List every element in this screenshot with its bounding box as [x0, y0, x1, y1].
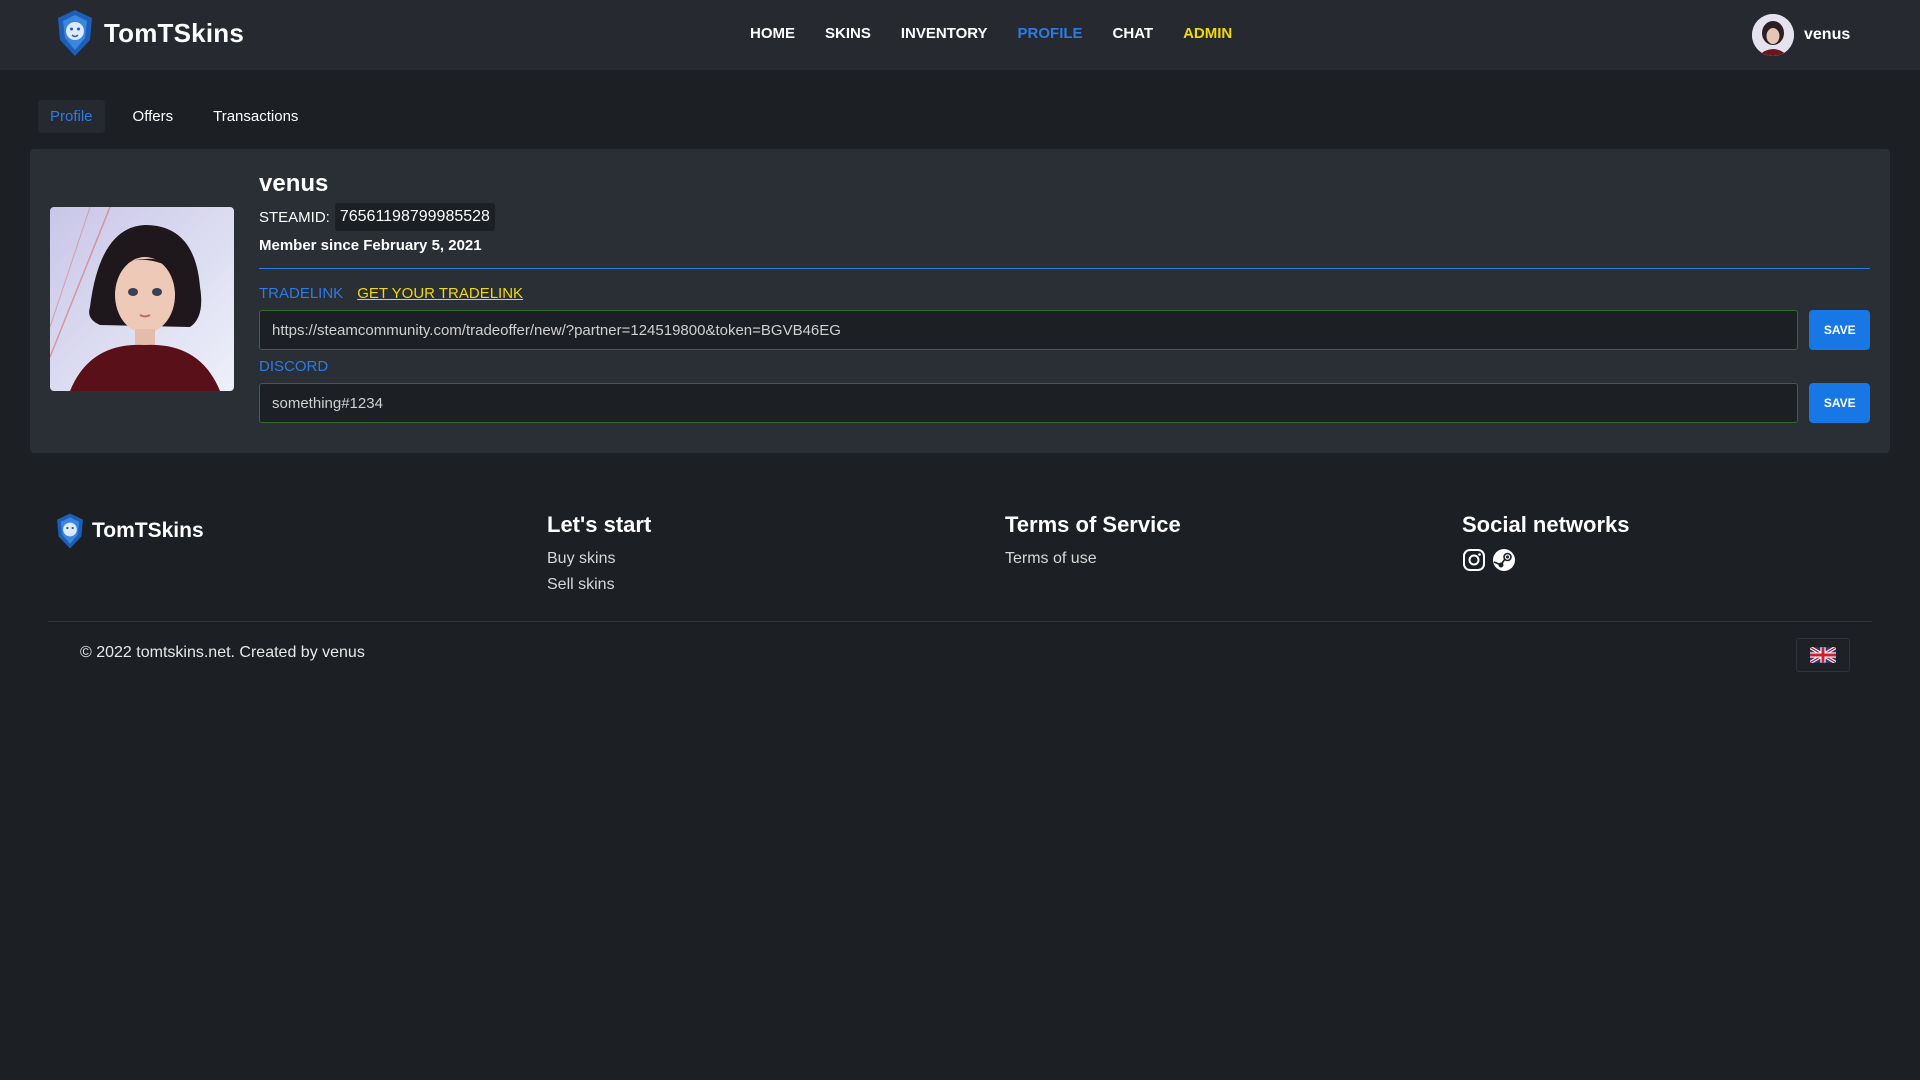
footer-col-lets-start: Let's start Buy skins Sell skins — [547, 512, 651, 594]
uk-flag-icon — [1810, 647, 1836, 663]
lion-logo-icon — [57, 513, 83, 549]
discord-label: DISCORD — [259, 358, 329, 375]
tradelink-label: TRADELINK — [259, 285, 344, 302]
profile-name: venus — [259, 170, 329, 197]
tab-profile[interactable]: Profile — [38, 100, 105, 133]
tradelink-row: SAVE — [259, 310, 1870, 350]
nav-inventory[interactable]: INVENTORY — [901, 25, 988, 42]
discord-input[interactable] — [259, 383, 1799, 423]
tab-transactions[interactable]: Transactions — [201, 100, 310, 133]
username: venus — [1804, 26, 1851, 43]
footer-col-title: Let's start — [547, 512, 652, 537]
profile-info: venus STEAMID: 76561198799985528 Member … — [259, 169, 1870, 423]
get-tradelink-link[interactable]: GET YOUR TRADELINK — [357, 285, 523, 302]
profile-tabs: Profile Offers Transactions — [38, 100, 326, 133]
nav-home[interactable]: HOME — [750, 25, 795, 42]
discord-label-row: DISCORD — [259, 358, 1870, 375]
footer-col-title: Social networks — [1462, 512, 1630, 537]
discord-row: SAVE — [259, 383, 1870, 423]
brand-logo-link[interactable]: TomTSkins — [54, 8, 244, 58]
footer-divider — [48, 621, 1872, 622]
avatar[interactable] — [1752, 14, 1794, 56]
footer-col-social: Social networks — [1462, 512, 1630, 572]
nav-skins[interactable]: SKINS — [825, 25, 871, 42]
save-discord-button[interactable]: SAVE — [1809, 383, 1870, 423]
user-menu[interactable]: venus — [1752, 14, 1850, 56]
tradelink-input[interactable] — [259, 310, 1799, 350]
instagram-icon[interactable] — [1462, 548, 1486, 572]
footer-link-terms-of-use[interactable]: Terms of use — [1005, 550, 1181, 568]
top-navbar: TomTSkins HOME SKINS INVENTORY PROFILE C… — [0, 0, 1920, 70]
tab-offers[interactable]: Offers — [121, 100, 186, 133]
social-icons — [1462, 548, 1630, 572]
language-selector[interactable] — [1796, 638, 1850, 672]
steamid-label: STEAMID: — [259, 208, 330, 226]
lion-logo-icon — [58, 10, 92, 56]
footer-brand[interactable]: TomTSkins — [54, 512, 204, 550]
footer-brand-name: TomTSkins — [92, 519, 204, 542]
footer-link-buy-skins[interactable]: Buy skins — [547, 550, 651, 568]
nav-profile[interactable]: PROFILE — [1018, 25, 1083, 42]
footer-col-terms: Terms of Service Terms of use — [1005, 512, 1181, 568]
profile-card: venus STEAMID: 76561198799985528 Member … — [30, 149, 1890, 453]
divider — [259, 268, 1870, 269]
footer-link-sell-skins[interactable]: Sell skins — [547, 576, 651, 594]
save-tradelink-button[interactable]: SAVE — [1809, 310, 1870, 350]
footer: TomTSkins Let's start Buy skins Sell ski… — [0, 486, 1920, 676]
brand-name: TomTSkins — [104, 17, 245, 48]
steamid-row: STEAMID: 76561198799985528 — [259, 203, 1870, 231]
copyright-text: © 2022 tomtskins.net. Created by venus — [80, 644, 365, 661]
nav-admin[interactable]: ADMIN — [1183, 25, 1232, 42]
tradelink-label-row: TRADELINK GET YOUR TRADELINK — [259, 285, 1870, 302]
nav-chat[interactable]: CHAT — [1113, 25, 1154, 42]
main-nav: HOME SKINS INVENTORY PROFILE CHAT ADMIN — [750, 25, 1262, 42]
profile-picture — [50, 207, 234, 391]
steam-icon[interactable] — [1492, 548, 1516, 572]
member-since: Member since February 5, 2021 — [259, 237, 482, 254]
footer-col-title: Terms of Service — [1005, 512, 1181, 537]
steamid-value: 76561198799985528 — [334, 203, 495, 231]
